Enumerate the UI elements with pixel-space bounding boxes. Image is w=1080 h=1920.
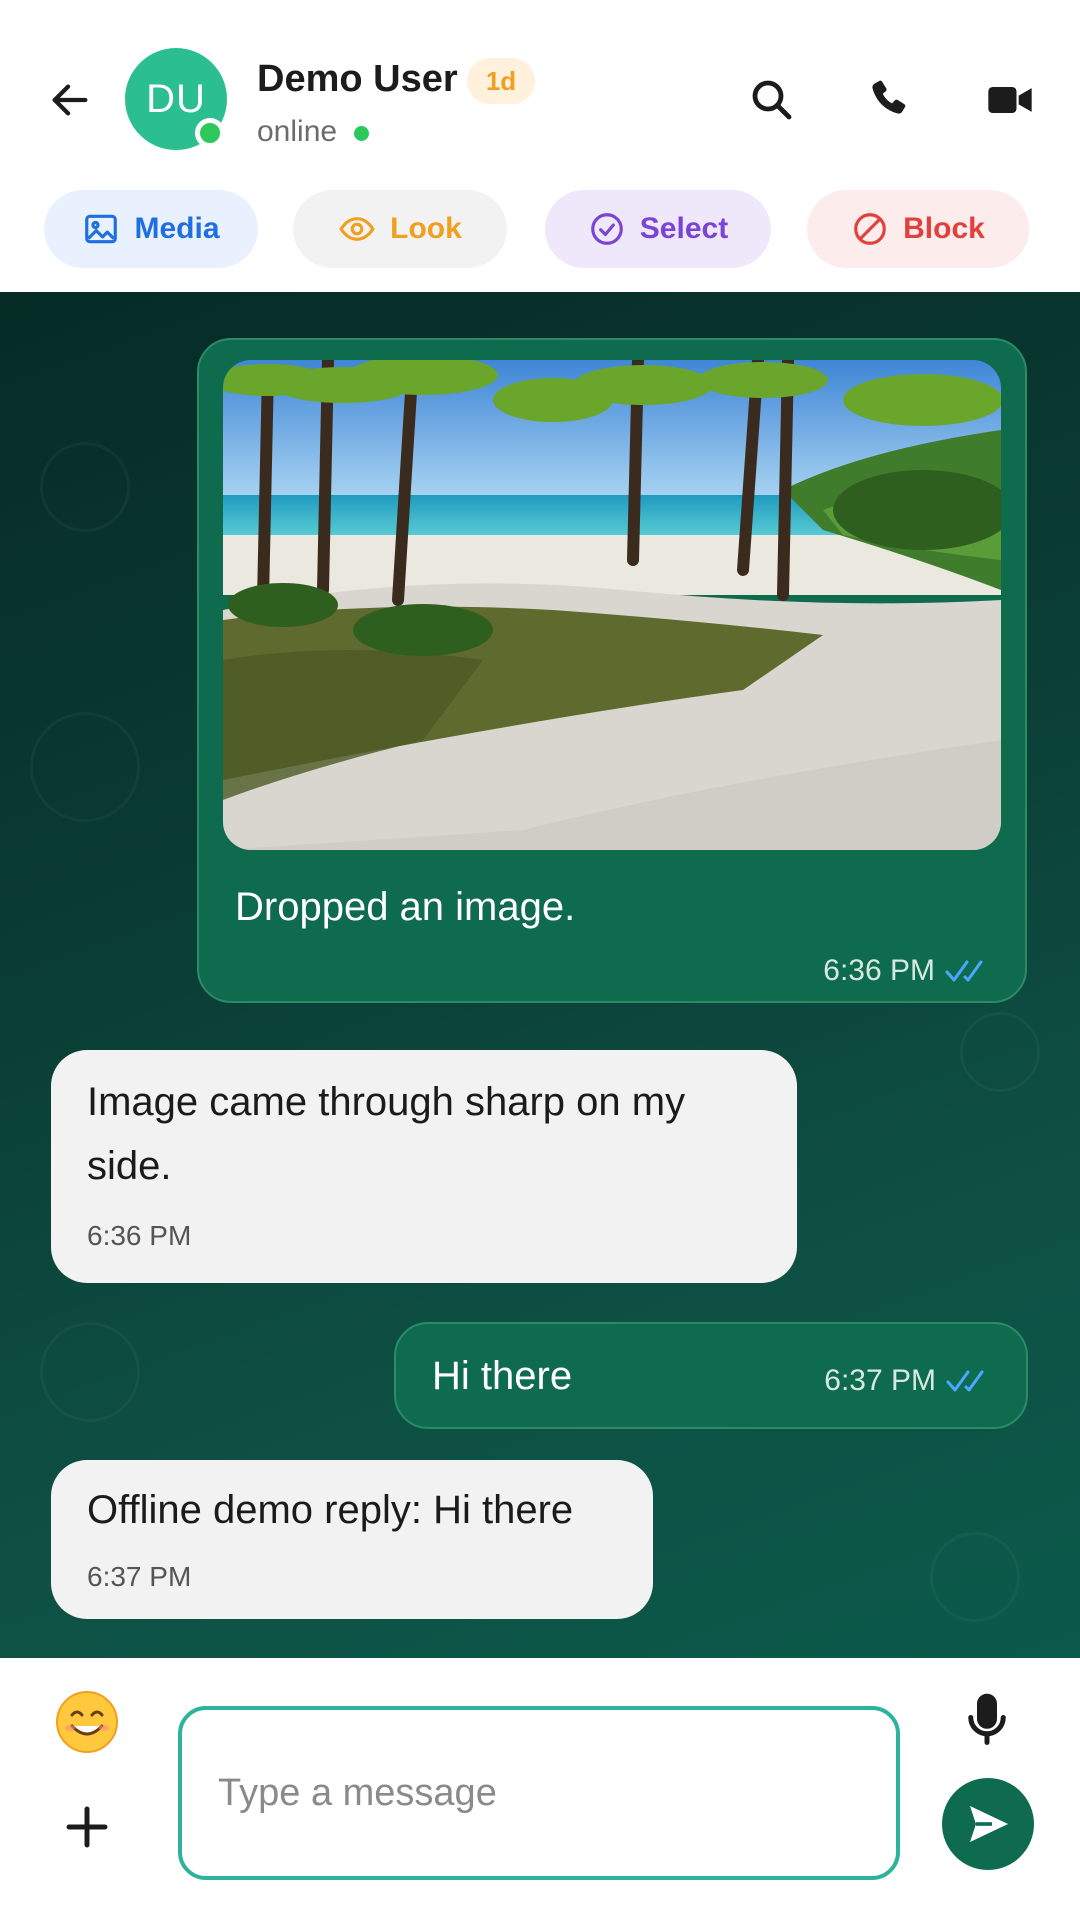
media-chip-label: Media (134, 212, 220, 245)
block-icon (854, 213, 886, 245)
emoji-button[interactable] (55, 1690, 119, 1754)
message-meta: 6:37 PM (824, 1364, 992, 1398)
send-icon (970, 1806, 1008, 1842)
back-button[interactable] (40, 70, 100, 130)
media-chip[interactable]: Media (44, 190, 258, 268)
block-chip-label: Block (903, 212, 985, 245)
message-text: Offline demo reply: Hi there (87, 1488, 574, 1532)
look-chip-label: Look (390, 212, 462, 245)
search-icon (752, 80, 792, 120)
background-doodle (40, 1322, 140, 1422)
voice-record-button[interactable] (957, 1688, 1017, 1752)
message-time: 6:37 PM (824, 1364, 936, 1397)
block-chip[interactable]: Block (807, 190, 1029, 268)
video-call-button[interactable] (978, 68, 1042, 132)
message-composer (0, 1658, 1080, 1920)
background-doodle (960, 1012, 1040, 1092)
microphone-icon (968, 1693, 1006, 1745)
double-check-icon (946, 1370, 984, 1392)
incoming-message[interactable]: Image came through sharp on my side. 6:3… (51, 1050, 797, 1283)
select-chip-label: Select (639, 212, 729, 245)
background-doodle (40, 442, 130, 532)
contact-name[interactable]: Demo User (257, 58, 458, 101)
chat-header: DU Demo User 1d online Media Look Select… (0, 0, 1080, 292)
message-input[interactable] (178, 1706, 900, 1880)
online-indicator (195, 118, 225, 148)
attach-button[interactable] (60, 1800, 114, 1854)
incoming-message[interactable]: Offline demo reply: Hi there 6:37 PM (51, 1460, 653, 1619)
presence-status: online (257, 115, 338, 148)
message-time: 6:36 PM (823, 954, 935, 987)
plus-icon (66, 1806, 108, 1848)
phone-icon (872, 80, 906, 114)
look-chip[interactable]: Look (293, 190, 507, 268)
message-text: Hi there (432, 1354, 573, 1398)
presence-dot (354, 126, 369, 141)
double-check-icon (945, 960, 983, 982)
age-badge: 1d (467, 58, 535, 104)
background-doodle (930, 1532, 1020, 1622)
message-list[interactable]: Dropped an image. 6:36 PM Image came thr… (0, 292, 1080, 1658)
search-button[interactable] (740, 68, 804, 132)
message-meta: 6:36 PM (823, 954, 991, 988)
voice-call-button[interactable] (858, 68, 922, 132)
send-button[interactable] (942, 1778, 1034, 1870)
outgoing-image-message[interactable]: Dropped an image. 6:36 PM (197, 338, 1027, 1003)
message-photo[interactable] (223, 360, 1001, 850)
image-icon (85, 214, 118, 244)
select-chip[interactable]: Select (545, 190, 771, 268)
background-doodle (30, 712, 140, 822)
smiley-icon (56, 1691, 118, 1753)
arrow-left-icon (52, 84, 88, 116)
outgoing-message[interactable]: Hi there 6:37 PM (394, 1322, 1028, 1429)
message-time: 6:36 PM (87, 1220, 192, 1251)
message-time: 6:37 PM (87, 1561, 192, 1592)
video-camera-icon (988, 87, 1032, 113)
check-circle-icon (590, 213, 623, 245)
message-text-line: Image came through sharp on my (87, 1080, 686, 1124)
message-text: Dropped an image. (235, 885, 576, 929)
beach-photo-icon (223, 360, 1001, 850)
message-text-line: side. (87, 1144, 172, 1188)
eye-icon (339, 217, 375, 241)
